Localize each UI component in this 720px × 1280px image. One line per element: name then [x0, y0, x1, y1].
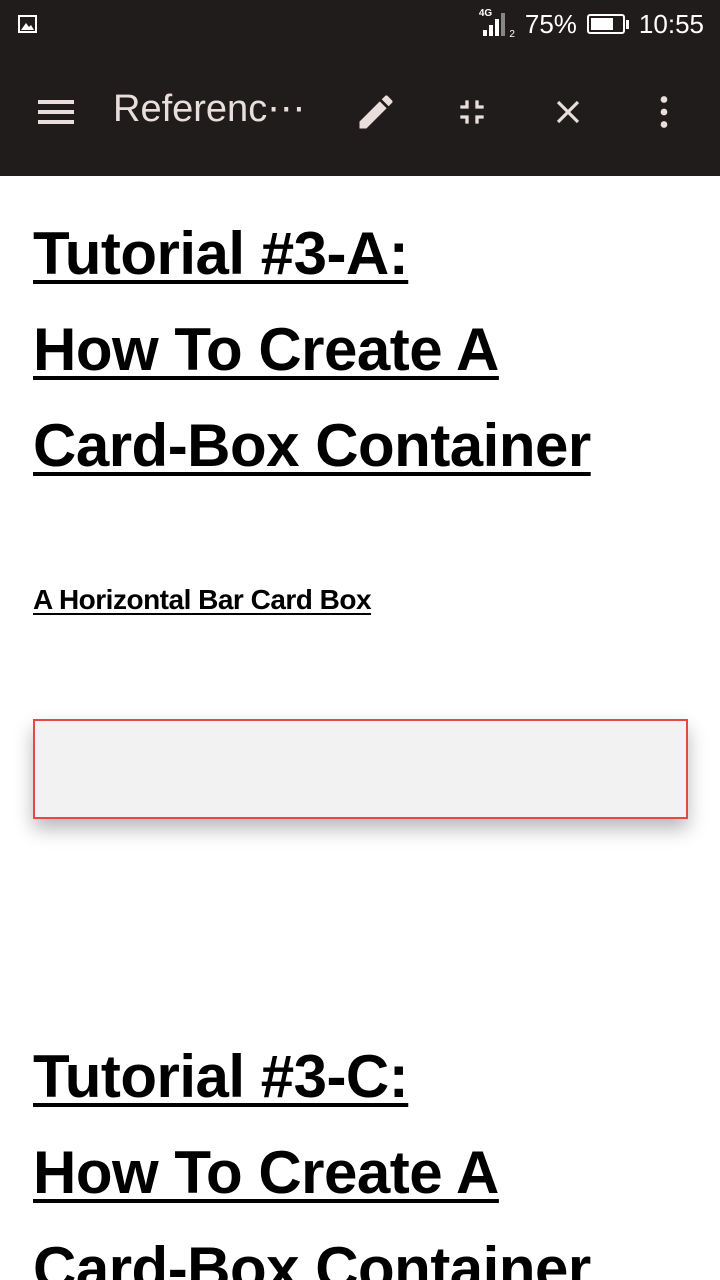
tutorial-3c-heading[interactable]: Tutorial #3-C: How To Create A Card-Box … [33, 1029, 591, 1280]
menu-button[interactable] [26, 82, 86, 142]
app-bar: Referenc⋯ [0, 48, 720, 176]
edit-button[interactable] [346, 82, 406, 142]
horizontal-bar-subheading[interactable]: A Horizontal Bar Card Box [33, 584, 372, 616]
battery-fill [590, 18, 614, 30]
signal-icon: 4G 2 [479, 8, 515, 40]
clock: 10:55 [638, 8, 704, 39]
tutorial-3c-line1: Tutorial #3-C: [33, 1043, 409, 1110]
tutorial-3a-heading[interactable]: Tutorial #3-A: How To Create A Card-Box … [33, 206, 591, 494]
exit-fullscreen-icon [460, 100, 484, 124]
status-bar: 4G 2 75% 10:55 [0, 0, 720, 48]
tutorial-3a-line3: Card-Box Container [33, 412, 591, 479]
image-notification-icon [18, 14, 38, 34]
tutorial-3c-line3: Card-Box Container [33, 1235, 591, 1280]
tutorial-3c-line2: How To Create A [33, 1139, 499, 1206]
page-title[interactable]: Referenc⋯ [113, 86, 323, 131]
tutorial-3a-line1: Tutorial #3-A: [33, 220, 409, 287]
more-options-button[interactable] [634, 82, 694, 142]
horizontal-bar-card-box [33, 719, 688, 819]
status-right: 4G 2 75% 10:55 [479, 0, 704, 48]
menu-icon [38, 100, 74, 124]
battery-icon [586, 14, 629, 34]
battery-percent: 75% [524, 8, 577, 39]
more-vert-icon [660, 96, 668, 128]
sim-slot: 2 [509, 29, 515, 40]
close-icon [556, 100, 580, 124]
tutorial-3a-line2: How To Create A [33, 316, 499, 383]
close-button[interactable] [538, 82, 598, 142]
edit-pencil-icon [359, 95, 393, 129]
exit-fullscreen-button[interactable] [442, 82, 502, 142]
